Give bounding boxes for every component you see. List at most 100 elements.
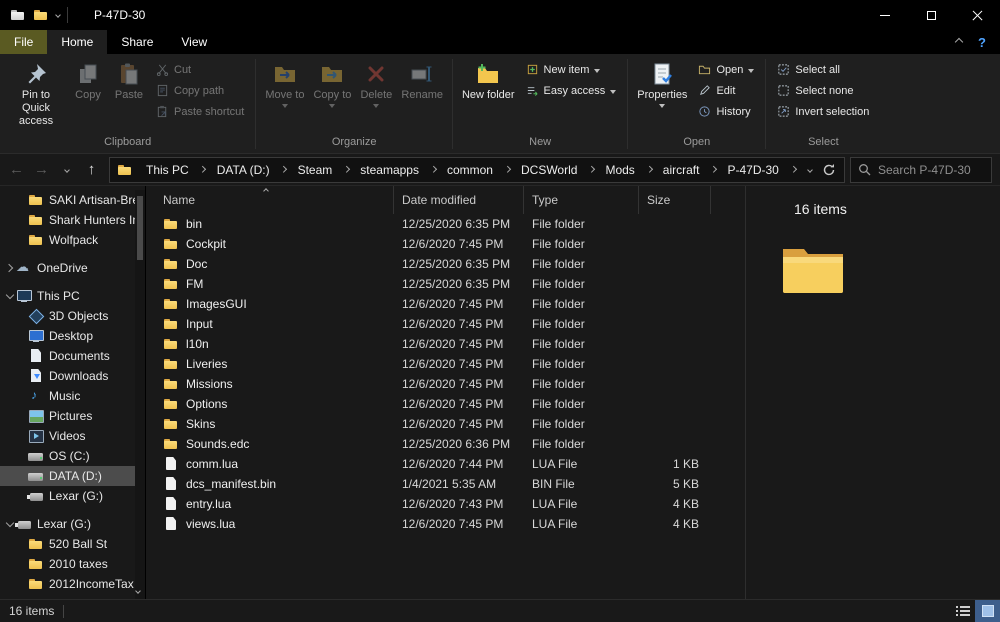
breadcrumb-chevron-icon[interactable]	[196, 158, 210, 182]
search-box[interactable]	[850, 156, 992, 183]
qat-customize-icon[interactable]	[55, 12, 61, 18]
sidebar-item[interactable]: Shark Hunters Inv	[0, 210, 145, 230]
file-row[interactable]: Liveries 12/6/2020 7:45 PM File folder	[146, 354, 745, 374]
address-dropdown-icon[interactable]	[807, 166, 813, 173]
sidebar-item[interactable]: Pictures	[0, 406, 145, 426]
breadcrumb-item[interactable]: steamapps	[353, 158, 440, 182]
select-none-button[interactable]: Select none	[773, 81, 873, 100]
ribbon-tab[interactable]: Home	[47, 30, 108, 54]
file-row[interactable]: Cockpit 12/6/2020 7:45 PM File folder	[146, 234, 745, 254]
sidebar-item[interactable]: Downloads	[0, 366, 145, 386]
paste-button[interactable]: Paste	[109, 58, 149, 104]
expand-chevron-icon[interactable]	[16, 214, 28, 226]
expand-chevron-icon[interactable]	[16, 310, 28, 322]
delete-button[interactable]: Delete	[356, 58, 396, 110]
paste-shortcut-button[interactable]: Paste shortcut	[152, 102, 248, 121]
refresh-icon[interactable]	[822, 163, 836, 177]
expand-chevron-icon[interactable]	[16, 350, 28, 362]
ribbon-tab[interactable]: File	[0, 30, 48, 54]
breadcrumb-item[interactable]: This PC	[139, 158, 210, 182]
breadcrumb-chevron-icon[interactable]	[426, 158, 440, 182]
expand-chevron-icon[interactable]	[4, 262, 16, 274]
breadcrumb-chevron-icon[interactable]	[500, 158, 514, 182]
ribbon-collapse-icon[interactable]	[954, 37, 964, 47]
sidebar-item[interactable]: SAKI Artisan-Bre	[0, 190, 145, 210]
breadcrumb-chevron-icon[interactable]	[584, 158, 598, 182]
file-row[interactable]: comm.lua 12/6/2020 7:44 PM LUA File 1 KB	[146, 454, 745, 474]
recent-locations-button[interactable]	[54, 157, 79, 183]
details-view-button[interactable]	[950, 600, 975, 622]
file-row[interactable]: l10n 12/6/2020 7:45 PM File folder	[146, 334, 745, 354]
sidebar-item[interactable]: Lexar (G:)	[0, 514, 145, 534]
sidebar-item[interactable]: Documents	[0, 346, 145, 366]
pin-to-quick-access-button[interactable]: Pin to Quick access	[5, 58, 67, 131]
open-button[interactable]: Open	[694, 60, 758, 79]
sidebar-item[interactable]: OS (C:)	[0, 446, 145, 466]
column-header-name[interactable]: Name	[146, 186, 394, 214]
column-header-date-modified[interactable]: Date modified	[394, 186, 524, 214]
easy-access-button[interactable]: Easy access	[522, 81, 621, 100]
expand-chevron-icon[interactable]	[16, 450, 28, 462]
copy-path-button[interactable]: Copy path	[152, 81, 248, 100]
expand-chevron-icon[interactable]	[16, 538, 28, 550]
close-button[interactable]	[954, 0, 1000, 30]
sidebar-item[interactable]: OneDrive	[0, 258, 145, 278]
sidebar-item[interactable]: Videos	[0, 426, 145, 446]
file-row[interactable]: Options 12/6/2020 7:45 PM File folder	[146, 394, 745, 414]
help-icon[interactable]: ?	[978, 35, 986, 50]
expand-chevron-icon[interactable]	[4, 290, 16, 302]
expand-chevron-icon[interactable]	[16, 578, 28, 590]
thumbnail-view-button[interactable]	[975, 600, 1000, 622]
file-row[interactable]: views.lua 12/6/2020 7:45 PM LUA File 4 K…	[146, 514, 745, 534]
file-row[interactable]: entry.lua 12/6/2020 7:43 PM LUA File 4 K…	[146, 494, 745, 514]
sidebar-item[interactable]: 2012IncomeTax	[0, 574, 145, 594]
select-all-button[interactable]: Select all	[773, 60, 873, 79]
ribbon-tab[interactable]: View	[167, 30, 221, 54]
breadcrumb-item[interactable]: Mods	[598, 158, 655, 182]
scrollbar-thumb[interactable]	[137, 196, 143, 260]
sidebar-item[interactable]: Music	[0, 386, 145, 406]
sidebar-scrollbar[interactable]	[135, 190, 145, 599]
sidebar-item[interactable]: 3D Objects	[0, 306, 145, 326]
ribbon-tab[interactable]: Share	[107, 30, 167, 54]
expand-chevron-icon[interactable]	[16, 194, 28, 206]
sidebar-item[interactable]: Lexar (G:)	[0, 486, 145, 506]
file-row[interactable]: bin 12/25/2020 6:35 PM File folder	[146, 214, 745, 234]
sidebar-item[interactable]: 520 Ball St	[0, 534, 145, 554]
new-item-button[interactable]: New item	[522, 60, 621, 79]
expand-chevron-icon[interactable]	[16, 370, 28, 382]
expand-chevron-icon[interactable]	[16, 558, 28, 570]
back-button[interactable]: ←	[4, 157, 29, 183]
edit-button[interactable]: Edit	[694, 81, 758, 100]
sidebar-item[interactable]: Wolfpack	[0, 230, 145, 250]
breadcrumb-item[interactable]: Steam	[291, 158, 354, 182]
sidebar-item[interactable]: This PC	[0, 286, 145, 306]
breadcrumb-item[interactable]: aircraft	[656, 158, 721, 182]
sidebar-item[interactable]: DATA (D:)	[0, 466, 145, 486]
breadcrumb-item[interactable]: DATA (D:)	[210, 158, 291, 182]
move-to-button[interactable]: Move to	[261, 58, 308, 110]
search-input[interactable]	[878, 162, 984, 177]
file-row[interactable]: Missions 12/6/2020 7:45 PM File folder	[146, 374, 745, 394]
breadcrumb-item[interactable]: common	[440, 158, 514, 182]
address-bar[interactable]: This PC DATA (D:) Steam steamapps common…	[109, 156, 845, 183]
expand-chevron-icon[interactable]	[16, 410, 28, 422]
properties-button[interactable]: Properties	[633, 58, 691, 110]
copy-button[interactable]: Copy	[68, 58, 108, 104]
file-row[interactable]: Doc 12/25/2020 6:35 PM File folder	[146, 254, 745, 274]
sidebar-item[interactable]: Desktop	[0, 326, 145, 346]
breadcrumb-chevron-icon[interactable]	[339, 158, 353, 182]
file-row[interactable]: dcs_manifest.bin 1/4/2021 5:35 AM BIN Fi…	[146, 474, 745, 494]
expand-chevron-icon[interactable]	[16, 470, 28, 482]
file-row[interactable]: Sounds.edc 12/25/2020 6:36 PM File folde…	[146, 434, 745, 454]
expand-chevron-icon[interactable]	[16, 330, 28, 342]
file-row[interactable]: Skins 12/6/2020 7:45 PM File folder	[146, 414, 745, 434]
qat-folder-icon[interactable]	[33, 8, 49, 22]
sidebar-item[interactable]: 2010 taxes	[0, 554, 145, 574]
breadcrumb-chevron-icon[interactable]	[642, 158, 656, 182]
rename-button[interactable]: Rename	[397, 58, 447, 104]
copy-to-button[interactable]: Copy to	[309, 58, 355, 110]
expand-chevron-icon[interactable]	[16, 234, 28, 246]
breadcrumb-chevron-icon[interactable]	[786, 158, 800, 182]
history-button[interactable]: History	[694, 102, 758, 121]
